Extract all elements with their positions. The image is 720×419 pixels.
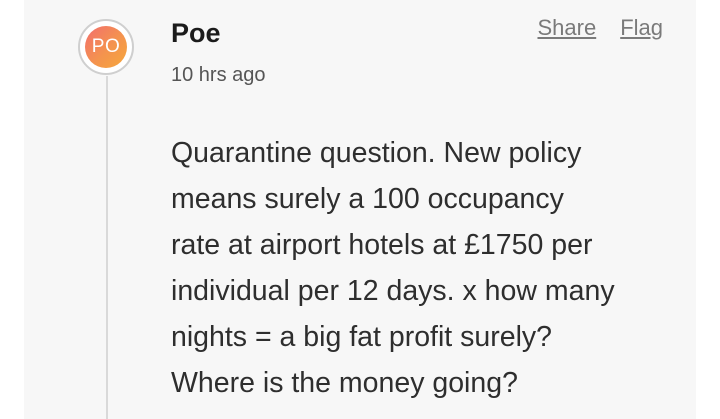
comment-line: rate at airport hotels at £1750 per [171, 229, 593, 261]
comment-timestamp: 10 hrs ago [171, 64, 266, 86]
avatar[interactable]: PO [78, 19, 134, 75]
flag-link[interactable]: Flag [620, 15, 663, 41]
comment-line: Where is the money going? [171, 367, 518, 399]
avatar-initials: PO [85, 26, 127, 68]
share-link[interactable]: Share [537, 15, 596, 41]
comment-line: nights = a big fat profit surely? [171, 321, 553, 353]
comment-body: Quarantine question. New policy means su… [171, 130, 671, 406]
comment-line: Quarantine question. New policy [171, 137, 582, 169]
comment-line: individual per 12 days. x how many [171, 275, 615, 307]
comment-author[interactable]: Poe [171, 18, 221, 49]
comment-actions: Share Flag [537, 15, 663, 41]
thread-line [106, 76, 108, 419]
comment-line: means surely a 100 occupancy [171, 183, 564, 215]
